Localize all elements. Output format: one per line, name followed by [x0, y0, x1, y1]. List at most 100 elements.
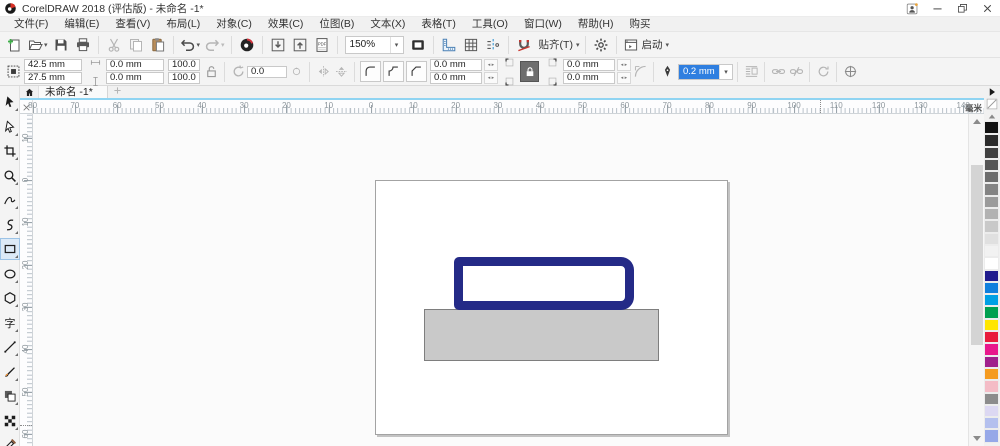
- copy-button[interactable]: [125, 34, 147, 56]
- text-tool[interactable]: 字: [1, 313, 19, 333]
- link-button[interactable]: [769, 63, 787, 81]
- palette-swatch-20[interactable]: [984, 366, 999, 382]
- vertical-scrollbar[interactable]: [968, 114, 984, 446]
- show-grid-button[interactable]: [460, 34, 482, 56]
- palette-swatch-14[interactable]: [984, 293, 999, 308]
- corner-bl-stepper[interactable]: ◂ ▸: [484, 72, 498, 84]
- outline-width-value[interactable]: 0.2 mm: [679, 64, 719, 79]
- open-document-dropdown-caret[interactable]: ▾: [44, 41, 48, 49]
- corner-tl-stepper[interactable]: ◂ ▸: [484, 59, 498, 71]
- undo-dropdown-caret[interactable]: ▾: [197, 41, 201, 49]
- scroll-down-button[interactable]: [969, 431, 985, 446]
- freehand-tool[interactable]: [1, 190, 19, 210]
- menu-text[interactable]: 文本(X): [362, 17, 413, 31]
- menu-object[interactable]: 对象(C): [208, 17, 260, 31]
- pick-tool[interactable]: [1, 92, 19, 112]
- paste-button[interactable]: [147, 34, 169, 56]
- menu-help[interactable]: 帮助(H): [570, 17, 622, 31]
- position-x-field[interactable]: 42.5 mm: [24, 59, 82, 71]
- new-tab-button[interactable]: [108, 86, 128, 98]
- save-document-button[interactable]: [50, 34, 72, 56]
- vertical-ruler[interactable]: 10 0 10 20 30 40 50 60: [20, 114, 33, 446]
- palette-flyout-button[interactable]: [984, 86, 1000, 98]
- palette-swatch-9[interactable]: [984, 231, 999, 246]
- palette-swatch-15[interactable]: [984, 305, 999, 320]
- palette-swatch-3[interactable]: [984, 157, 999, 173]
- full-screen-preview-button[interactable]: [407, 34, 429, 56]
- menu-buy[interactable]: 购买: [622, 17, 659, 31]
- close-button[interactable]: [975, 0, 1000, 17]
- zoom-level-combo[interactable]: 150% ▾: [344, 35, 404, 54]
- outline-width-dropdown[interactable]: ▾: [719, 64, 732, 79]
- mesh-fill-tool[interactable]: [1, 411, 19, 431]
- redo-button[interactable]: ▾: [202, 34, 227, 56]
- cut-button[interactable]: [103, 34, 125, 56]
- palette-swatch-1[interactable]: [984, 133, 999, 148]
- corner-radius-tl-field[interactable]: 0.0 mm: [430, 59, 482, 71]
- palette-swatch-24[interactable]: [984, 416, 999, 431]
- document-tab[interactable]: 未命名 -1*: [38, 86, 108, 98]
- menu-effects[interactable]: 效果(C): [260, 17, 312, 31]
- corner-br-stepper[interactable]: ◂ ▸: [617, 72, 631, 84]
- scalloped-corner-button[interactable]: [383, 61, 404, 82]
- corner-radius-bl-field[interactable]: 0.0 mm: [430, 72, 482, 84]
- menu-window[interactable]: 窗口(W): [516, 17, 570, 31]
- rectangle-tool[interactable]: [0, 238, 20, 260]
- palette-swatch-17[interactable]: [984, 330, 999, 345]
- palette-swatch-4[interactable]: [984, 170, 999, 185]
- edit-corners-together-button[interactable]: [520, 61, 539, 82]
- menu-file[interactable]: 文件(F): [6, 17, 56, 31]
- menu-layout[interactable]: 布局(L): [158, 17, 208, 31]
- chamfered-corner-button[interactable]: [406, 61, 427, 82]
- scale-y-field[interactable]: 100.0: [168, 72, 200, 84]
- home-tab-button[interactable]: [20, 86, 38, 98]
- corner-radius-tr-field[interactable]: 0.0 mm: [563, 59, 615, 71]
- palette-swatch-7[interactable]: [984, 207, 999, 222]
- menu-edit[interactable]: 编辑(E): [56, 17, 107, 31]
- scale-x-field[interactable]: 100.0: [168, 59, 200, 71]
- menu-bitmaps[interactable]: 位图(B): [311, 17, 362, 31]
- menu-tools[interactable]: 工具(O): [464, 17, 516, 31]
- palette-scroll-up-button[interactable]: [984, 110, 1000, 122]
- mirror-horizontal-button[interactable]: [314, 63, 332, 81]
- new-document-button[interactable]: [3, 34, 25, 56]
- sign-in-button[interactable]: [900, 0, 925, 17]
- gray-rectangle-object[interactable]: [424, 309, 659, 361]
- palette-swatch-18[interactable]: [984, 342, 999, 357]
- zoom-level-value[interactable]: 150%: [346, 39, 390, 50]
- import-button[interactable]: [267, 34, 289, 56]
- convert-to-curves-button[interactable]: [814, 63, 832, 81]
- palette-swatch-22[interactable]: [984, 391, 999, 406]
- publish-pdf-button[interactable]: PDF: [311, 34, 333, 56]
- welcome-screen-button[interactable]: [236, 34, 258, 56]
- palette-swatch-21[interactable]: [984, 379, 999, 394]
- open-document-button[interactable]: ▾: [25, 34, 50, 56]
- wrap-text-button[interactable]: [742, 63, 760, 81]
- export-button[interactable]: [289, 34, 311, 56]
- relative-corner-scaling-button[interactable]: [631, 63, 649, 81]
- show-rulers-button[interactable]: [438, 34, 460, 56]
- drawing-canvas[interactable]: [33, 114, 968, 446]
- undo-button[interactable]: ▾: [178, 34, 203, 56]
- redo-dropdown-caret[interactable]: ▾: [221, 41, 225, 49]
- palette-swatch-5[interactable]: [984, 182, 999, 197]
- corner-radius-br-field[interactable]: 0.0 mm: [563, 72, 615, 84]
- corner-tr-stepper[interactable]: ◂ ▸: [617, 59, 631, 71]
- palette-swatch-12[interactable]: [984, 268, 999, 283]
- restore-button[interactable]: [950, 0, 975, 17]
- artistic-media-tool[interactable]: [1, 362, 19, 382]
- menu-view[interactable]: 查看(V): [107, 17, 158, 31]
- scroll-up-button[interactable]: [969, 114, 985, 129]
- palette-swatch-10[interactable]: [984, 243, 999, 259]
- minimize-button[interactable]: [925, 0, 950, 17]
- zoom-level-dropdown[interactable]: ▾: [389, 36, 403, 53]
- navy-frame-object[interactable]: [454, 257, 634, 310]
- position-y-field[interactable]: 27.5 mm: [24, 72, 82, 84]
- crop-tool[interactable]: [1, 141, 19, 161]
- no-color-swatch[interactable]: [984, 98, 1000, 110]
- lock-ratio-button[interactable]: [202, 63, 220, 81]
- palette-swatch-8[interactable]: [984, 219, 999, 234]
- palette-swatch-13[interactable]: [984, 280, 999, 296]
- palette-swatch-6[interactable]: [984, 194, 999, 210]
- menu-table[interactable]: 表格(T): [413, 17, 463, 31]
